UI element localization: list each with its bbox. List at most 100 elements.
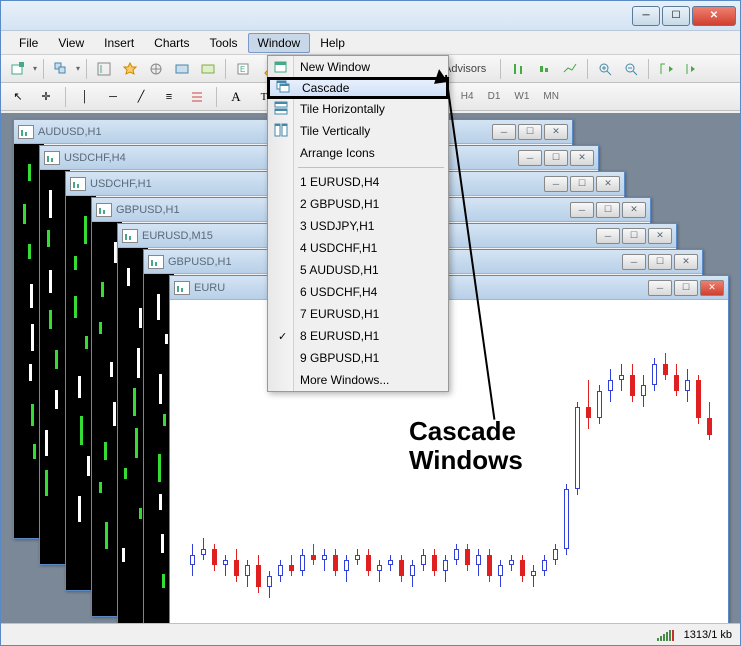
connection-signal-icon [657, 629, 674, 641]
menu-window-3[interactable]: 3 USDJPY,H1 [268, 215, 448, 237]
chart-minimize-button[interactable]: ─ [570, 202, 594, 218]
menu-window-5[interactable]: 5 AUDUSD,H1 [268, 259, 448, 281]
menu-tile-horizontal[interactable]: Tile Horizontally [268, 98, 448, 120]
menu-file[interactable]: File [9, 33, 48, 53]
strategy-tester-icon[interactable] [197, 58, 219, 80]
chart-minimize-button[interactable]: ─ [596, 228, 620, 244]
menu-window-label: 2 GBPUSD,H1 [300, 197, 379, 211]
candles-chart-icon[interactable] [533, 58, 555, 80]
chart-close-button[interactable]: ✕ [544, 124, 568, 140]
cursor-icon[interactable]: ↖ [7, 86, 29, 108]
chart-icon [18, 125, 34, 139]
menu-window-6[interactable]: 6 USDCHF,H4 [268, 281, 448, 303]
shift-icon[interactable] [681, 58, 703, 80]
fibo-icon[interactable] [186, 86, 208, 108]
menu-charts[interactable]: Charts [144, 33, 199, 53]
chart-close-button[interactable]: ✕ [622, 202, 646, 218]
menu-tools[interactable]: Tools [200, 33, 248, 53]
menu-window-7[interactable]: 7 EURUSD,H1 [268, 303, 448, 325]
chart-icon [122, 229, 138, 243]
menu-cascade[interactable]: Cascade [267, 77, 449, 99]
chart-close-button[interactable]: ✕ [648, 228, 672, 244]
chart-maximize-button[interactable]: ☐ [622, 228, 646, 244]
chart-title: AUDUSD,H1 [38, 126, 102, 138]
timeframe-d1[interactable]: D1 [484, 89, 505, 104]
profiles-icon[interactable] [50, 58, 72, 80]
menu-window-label: 4 USDCHF,H1 [300, 241, 377, 255]
chart-maximize-button[interactable]: ☐ [648, 254, 672, 270]
chart-maximize-button[interactable]: ☐ [570, 176, 594, 192]
timeframe-h4[interactable]: H4 [457, 89, 478, 104]
chart-title: EURU [194, 282, 225, 294]
new-chart-icon[interactable] [7, 58, 29, 80]
chart-close-button[interactable]: ✕ [674, 254, 698, 270]
menu-tile-horizontal-label: Tile Horizontally [300, 102, 385, 116]
expert-advisors-label[interactable]: Advisors [444, 63, 486, 75]
window-menu-dropdown: New Window Cascade Tile Horizontally Til… [267, 55, 449, 392]
line-chart-icon[interactable] [559, 58, 581, 80]
chart-close-button[interactable]: ✕ [596, 176, 620, 192]
trendline-icon[interactable]: ╱ [130, 86, 152, 108]
minimize-button[interactable]: ─ [632, 6, 660, 26]
maximize-button[interactable]: ☐ [662, 6, 690, 26]
application-window: ─ ☐ ✕ File View Insert Charts Tools Wind… [0, 0, 741, 646]
menu-new-window[interactable]: New Window [268, 56, 448, 78]
tile-vertical-icon [274, 123, 290, 139]
menu-window-1[interactable]: 1 EURUSD,H4 [268, 171, 448, 193]
market-watch-icon[interactable] [93, 58, 115, 80]
zoom-out-icon[interactable] [620, 58, 642, 80]
timeframe-w1[interactable]: W1 [510, 89, 533, 104]
zoom-in-icon[interactable] [594, 58, 616, 80]
crosshair-icon[interactable]: ✛ [35, 86, 57, 108]
autoscroll-icon[interactable] [655, 58, 677, 80]
chart-titlebar[interactable]: EURU ─☐✕ [170, 276, 728, 300]
terminal-icon[interactable] [171, 58, 193, 80]
menu-more-windows-label: More Windows... [300, 373, 389, 387]
menu-help[interactable]: Help [310, 33, 355, 53]
menu-tile-vertical[interactable]: Tile Vertically [268, 120, 448, 142]
navigator-icon[interactable] [119, 58, 141, 80]
chart-minimize-button[interactable]: ─ [518, 150, 542, 166]
menu-window-8[interactable]: ✓8 EURUSD,H1 [268, 325, 448, 347]
chart-maximize-button[interactable]: ☐ [544, 150, 568, 166]
data-window-icon[interactable] [145, 58, 167, 80]
new-order-icon[interactable]: E [232, 58, 254, 80]
chart-minimize-button[interactable]: ─ [648, 280, 672, 296]
chart-close-button[interactable]: ✕ [570, 150, 594, 166]
channel-icon[interactable]: ≡ [158, 86, 180, 108]
timeframe-mn[interactable]: MN [539, 89, 563, 104]
menu-window-label: 5 AUDUSD,H1 [300, 263, 379, 277]
chart-icon [70, 177, 86, 191]
menu-insert[interactable]: Insert [94, 33, 144, 53]
chart-icon [96, 203, 112, 217]
chart-maximize-button[interactable]: ☐ [674, 280, 698, 296]
close-button[interactable]: ✕ [692, 6, 736, 26]
menu-arrange-icons-label: Arrange Icons [300, 146, 375, 160]
menu-tile-vertical-label: Tile Vertically [300, 124, 370, 138]
menu-window-9[interactable]: 9 GBPUSD,H1 [268, 347, 448, 369]
menu-window-4[interactable]: 4 USDCHF,H1 [268, 237, 448, 259]
menu-window-label: 8 EURUSD,H1 [300, 329, 379, 343]
menu-view[interactable]: View [48, 33, 94, 53]
chart-maximize-button[interactable]: ☐ [518, 124, 542, 140]
chart-close-button[interactable]: ✕ [700, 280, 724, 296]
text-icon[interactable]: A [225, 86, 247, 108]
chart-title: GBPUSD,H1 [168, 256, 232, 268]
menu-arrange-icons[interactable]: Arrange Icons [268, 142, 448, 164]
horizontal-line-icon[interactable]: ─ [102, 86, 124, 108]
menu-more-windows[interactable]: More Windows... [268, 369, 448, 391]
vertical-line-icon[interactable]: │ [74, 86, 96, 108]
chart-icon [174, 281, 190, 295]
chart-minimize-button[interactable]: ─ [622, 254, 646, 270]
chart-maximize-button[interactable]: ☐ [596, 202, 620, 218]
chart-minimize-button[interactable]: ─ [544, 176, 568, 192]
menu-cascade-label: Cascade [302, 81, 349, 95]
menu-new-window-label: New Window [300, 60, 370, 74]
menu-window[interactable]: Window [248, 33, 311, 53]
menu-window-2[interactable]: 2 GBPUSD,H1 [268, 193, 448, 215]
statusbar: 1313/1 kb [1, 623, 740, 645]
chart-minimize-button[interactable]: ─ [492, 124, 516, 140]
chart-icon [44, 151, 60, 165]
bars-chart-icon[interactable] [507, 58, 529, 80]
menubar: File View Insert Charts Tools Window Hel… [1, 31, 740, 55]
